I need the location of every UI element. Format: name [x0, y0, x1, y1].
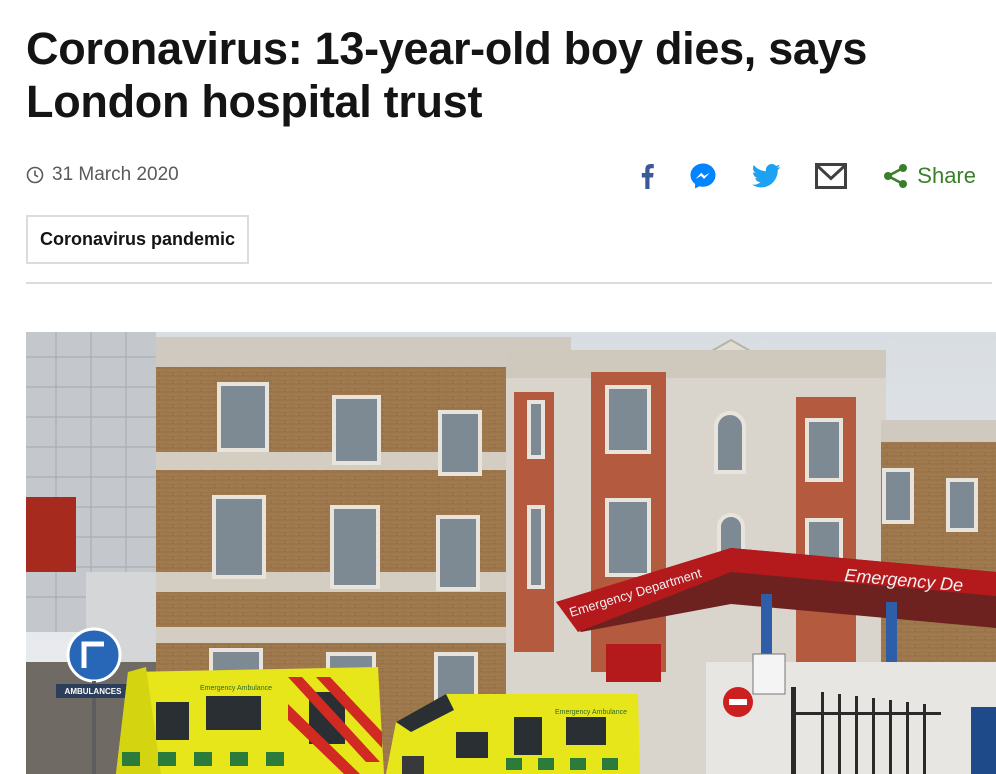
twitter-icon [752, 164, 781, 188]
section-divider [26, 282, 992, 284]
article-date: 31 March 2020 [26, 164, 179, 186]
messenger-icon [690, 163, 716, 189]
ambulance-text-2: Emergency Ambulance [555, 709, 627, 716]
ambulances-sign: AMBULANCES [65, 687, 123, 696]
facebook-share-button[interactable] [639, 160, 655, 192]
facebook-icon [642, 164, 655, 189]
twitter-share-button[interactable] [751, 160, 781, 192]
article-headline: Coronavirus: 13-year-old boy dies, says … [26, 23, 868, 127]
email-icon [815, 163, 848, 189]
share-tools: Share [605, 160, 976, 192]
date-text: 31 March 2020 [52, 164, 179, 185]
share-icon [884, 164, 908, 188]
article-meta: 31 March 2020 Share [26, 160, 976, 192]
share-button[interactable]: Share [883, 163, 976, 189]
hospital-photo: AMBULANCES Emergency Department Emergenc… [26, 332, 996, 774]
messenger-share-button[interactable] [689, 160, 717, 192]
share-label: Share [917, 163, 976, 188]
ambulance-text-1: Emergency Ambulance [200, 685, 272, 692]
email-share-button[interactable] [815, 160, 848, 192]
topic-tag-coronavirus[interactable]: Coronavirus pandemic [26, 215, 250, 264]
article-hero-image: AMBULANCES Emergency Department Emergenc… [26, 332, 996, 774]
clock-icon [26, 166, 44, 184]
